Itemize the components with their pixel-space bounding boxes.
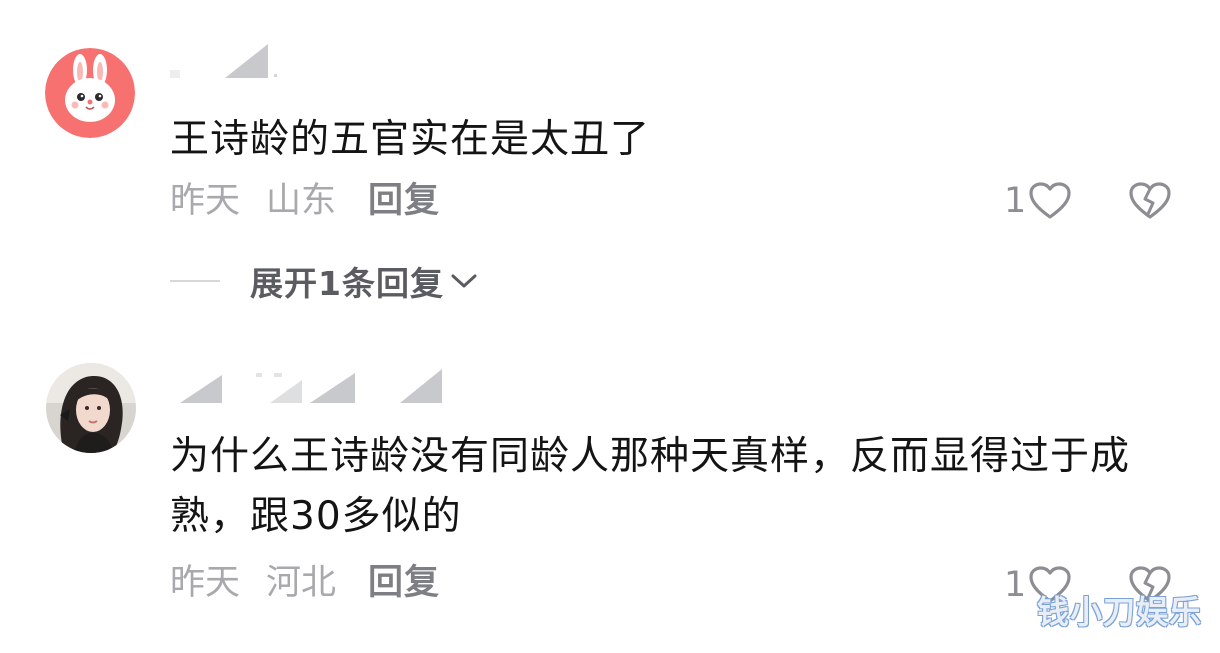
- comment-meta: 昨天 山东 回复: [170, 181, 466, 221]
- divider-line: [170, 280, 220, 282]
- comment-text: 王诗龄的五官实在是太丑了: [170, 117, 651, 162]
- username-masked[interactable]: [170, 365, 470, 405]
- heart-icon: [1029, 182, 1071, 219]
- comment-location: 河北: [266, 563, 337, 603]
- like-count: 1: [1004, 565, 1027, 605]
- expand-replies-label: 展开1条回复: [250, 264, 444, 303]
- user-photo-avatar[interactable]: [46, 363, 136, 453]
- comment-location: 山东: [266, 181, 337, 221]
- comment-time: 昨天: [170, 563, 241, 603]
- comment-meta: 昨天 河北 回复: [170, 563, 466, 603]
- username-masked[interactable]: [170, 40, 470, 80]
- bunny-avatar-icon[interactable]: [45, 48, 135, 138]
- expand-replies-button[interactable]: 展开1条回复: [170, 256, 478, 306]
- reply-button[interactable]: 回复: [368, 181, 440, 221]
- watermark: 钱小刀娱乐: [1036, 593, 1202, 631]
- comment-time: 昨天: [170, 181, 241, 221]
- comment-list: 王诗龄的五官实在是太丑了 昨天 山东 回复 1 展开1条回复 为什么王诗龄没有同…: [0, 0, 1220, 653]
- broken-heart-icon: [1129, 182, 1171, 219]
- dislike-button[interactable]: [1128, 181, 1172, 221]
- chevron-down-icon: [451, 274, 477, 288]
- like-count: 1: [1004, 181, 1027, 221]
- comment-text: 为什么王诗龄没有同龄人那种天真样，反而显得过于成熟，跟30多似的: [170, 434, 1131, 539]
- comment-item: 王诗龄的五官实在是太丑了 昨天 山东 回复 1 展开1条回复: [0, 0, 1220, 335]
- like-button[interactable]: 1: [1004, 181, 1072, 221]
- reply-button[interactable]: 回复: [368, 563, 440, 603]
